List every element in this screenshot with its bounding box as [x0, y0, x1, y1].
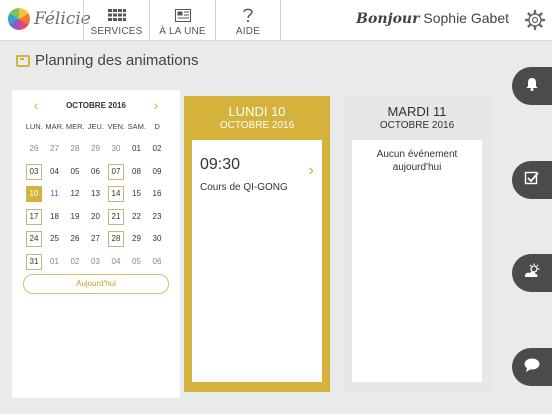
- calendar-day[interactable]: 03: [88, 254, 104, 270]
- calendar-day[interactable]: 04: [47, 164, 63, 180]
- nav-services[interactable]: SERVICES: [83, 0, 149, 41]
- day-month: OCTOBRE 2016: [379, 120, 455, 131]
- events-card: 09:30 Cours de QI-GONG ›: [192, 140, 322, 382]
- calendar-weekdays: LUN. MAR. MER. JEU. VEN. SAM. D: [24, 122, 180, 131]
- calendar-day[interactable]: 19: [67, 209, 83, 225]
- tasks-tab[interactable]: [512, 161, 552, 199]
- calendar-day[interactable]: 29: [88, 141, 104, 157]
- newspaper-icon: [174, 7, 191, 23]
- calendar-day[interactable]: 29: [129, 231, 145, 247]
- weather-tab[interactable]: [512, 254, 552, 292]
- calendar-day[interactable]: 05: [67, 164, 83, 180]
- calendar-day[interactable]: 31: [26, 253, 42, 270]
- calendar-day[interactable]: 26: [26, 141, 42, 157]
- day-name: LUNDI 10: [228, 104, 286, 119]
- calendar-day[interactable]: 01: [47, 254, 63, 270]
- day-month: OCTOBRE 2016: [219, 120, 295, 131]
- page-title: Planning des animations: [35, 52, 199, 69]
- calendar-day[interactable]: 05: [129, 254, 145, 270]
- calendar-day[interactable]: 12: [67, 186, 83, 202]
- calendar-day[interactable]: 10: [26, 186, 42, 202]
- event-title: Cours de QI-GONG: [200, 182, 288, 193]
- bell-icon: [524, 76, 540, 97]
- calendar-day[interactable]: 28: [108, 231, 124, 247]
- chevron-right-icon[interactable]: ›: [309, 162, 314, 180]
- calendar-day[interactable]: 18: [47, 209, 63, 225]
- calendar-header: ‹ OCTOBRE 2016 ›: [12, 98, 180, 112]
- calendar-day[interactable]: 22: [129, 209, 145, 225]
- mini-calendar: ‹ OCTOBRE 2016 › LUN. MAR. MER. JEU. VEN…: [12, 90, 180, 398]
- nav-a-la-une-label: À LA UNE: [159, 26, 206, 37]
- calendar-day[interactable]: 03: [26, 163, 42, 180]
- next-month-chevron-icon[interactable]: ›: [149, 98, 163, 112]
- today-button[interactable]: Aujourd'hui: [23, 274, 169, 294]
- weekday-label: JEU.: [87, 122, 104, 131]
- greeting-word: Bonjour: [356, 11, 420, 27]
- day-name: MARDI 11: [387, 104, 447, 119]
- calendar-grid: 26 27 28 29 30 01 02 03 04 05 06 07 08 09 10 11 12 13 14 15…: [24, 139, 168, 274]
- calendar-day[interactable]: 30: [108, 141, 124, 157]
- calendar-day[interactable]: 06: [149, 254, 165, 270]
- calendar-day[interactable]: 14: [108, 186, 124, 202]
- calendar-day[interactable]: 23: [149, 209, 165, 225]
- event-time: 09:30: [200, 156, 241, 173]
- grid-icon: [107, 7, 126, 23]
- user-greeting: Bonjour Sophie Gabet: [356, 10, 509, 27]
- nav-a-la-une[interactable]: À LA UNE: [149, 0, 215, 41]
- calendar-day[interactable]: 20: [88, 209, 104, 225]
- messages-tab[interactable]: [512, 348, 552, 386]
- calendar-day[interactable]: 21: [108, 208, 124, 225]
- gear-icon[interactable]: [524, 9, 546, 31]
- weekday-label: LUN.: [25, 122, 43, 131]
- calendar-day[interactable]: 30: [149, 231, 165, 247]
- calendar-day[interactable]: 04: [108, 254, 124, 270]
- top-bar: Félicie SERVICES À LA UNE AIDE Bonjour S…: [0, 0, 552, 41]
- calendar-day[interactable]: 17: [26, 208, 42, 225]
- day-column-tuesday: MARDI 11 OCTOBRE 2016 Aucun événement au…: [344, 96, 490, 392]
- calendar-day[interactable]: 02: [149, 141, 165, 157]
- calendar-day[interactable]: 01: [129, 141, 145, 157]
- app-logo[interactable]: Félicie: [8, 8, 91, 30]
- logo-mark-icon: [8, 8, 30, 30]
- calendar-day[interactable]: 16: [149, 186, 165, 202]
- events-card: Aucun événement aujourd'hui: [352, 140, 482, 382]
- day-column-monday: LUNDI 10 OCTOBRE 2016 09:30 Cours de QI-…: [184, 96, 330, 392]
- calendar-day[interactable]: 25: [47, 231, 63, 247]
- calendar-day[interactable]: 26: [67, 231, 83, 247]
- calendar-day[interactable]: 06: [88, 164, 104, 180]
- weather-icon: [523, 263, 541, 284]
- weekday-label: VEN.: [107, 122, 125, 131]
- nav-aide[interactable]: AIDE: [215, 0, 281, 41]
- question-icon: [242, 7, 254, 23]
- calendar-day[interactable]: 28: [67, 141, 83, 157]
- calendar-day[interactable]: 27: [47, 141, 63, 157]
- user-name: Sophie Gabet: [423, 10, 509, 26]
- calendar-day[interactable]: 07: [108, 163, 124, 180]
- calendar-day[interactable]: 24: [26, 231, 42, 247]
- calendar-day[interactable]: 02: [67, 254, 83, 270]
- weekday-label: MER.: [65, 122, 85, 131]
- calendar-day[interactable]: 15: [129, 186, 145, 202]
- page-title-bar: Planning des animations: [16, 52, 198, 69]
- notifications-tab[interactable]: [512, 67, 552, 105]
- calendar-day[interactable]: 08: [129, 164, 145, 180]
- weekday-label: SAM.: [127, 122, 146, 131]
- nav-aide-label: AIDE: [235, 26, 261, 37]
- weekday-label: D: [154, 122, 160, 131]
- no-events-message: Aucun événement aujourd'hui: [376, 149, 458, 173]
- day-column-header: MARDI 11 OCTOBRE 2016: [344, 104, 490, 131]
- calendar-day[interactable]: 27: [88, 231, 104, 247]
- calendar-day[interactable]: 11: [47, 186, 63, 202]
- calendar-day[interactable]: 09: [149, 164, 165, 180]
- chat-icon: [523, 357, 541, 378]
- nav-services-label: SERVICES: [90, 26, 143, 37]
- weekday-label: MAR.: [45, 122, 65, 131]
- calendar-day[interactable]: 13: [88, 186, 104, 202]
- calendar-icon: [16, 54, 30, 67]
- day-column-header: LUNDI 10 OCTOBRE 2016: [184, 104, 330, 131]
- checklist-icon: [524, 170, 540, 191]
